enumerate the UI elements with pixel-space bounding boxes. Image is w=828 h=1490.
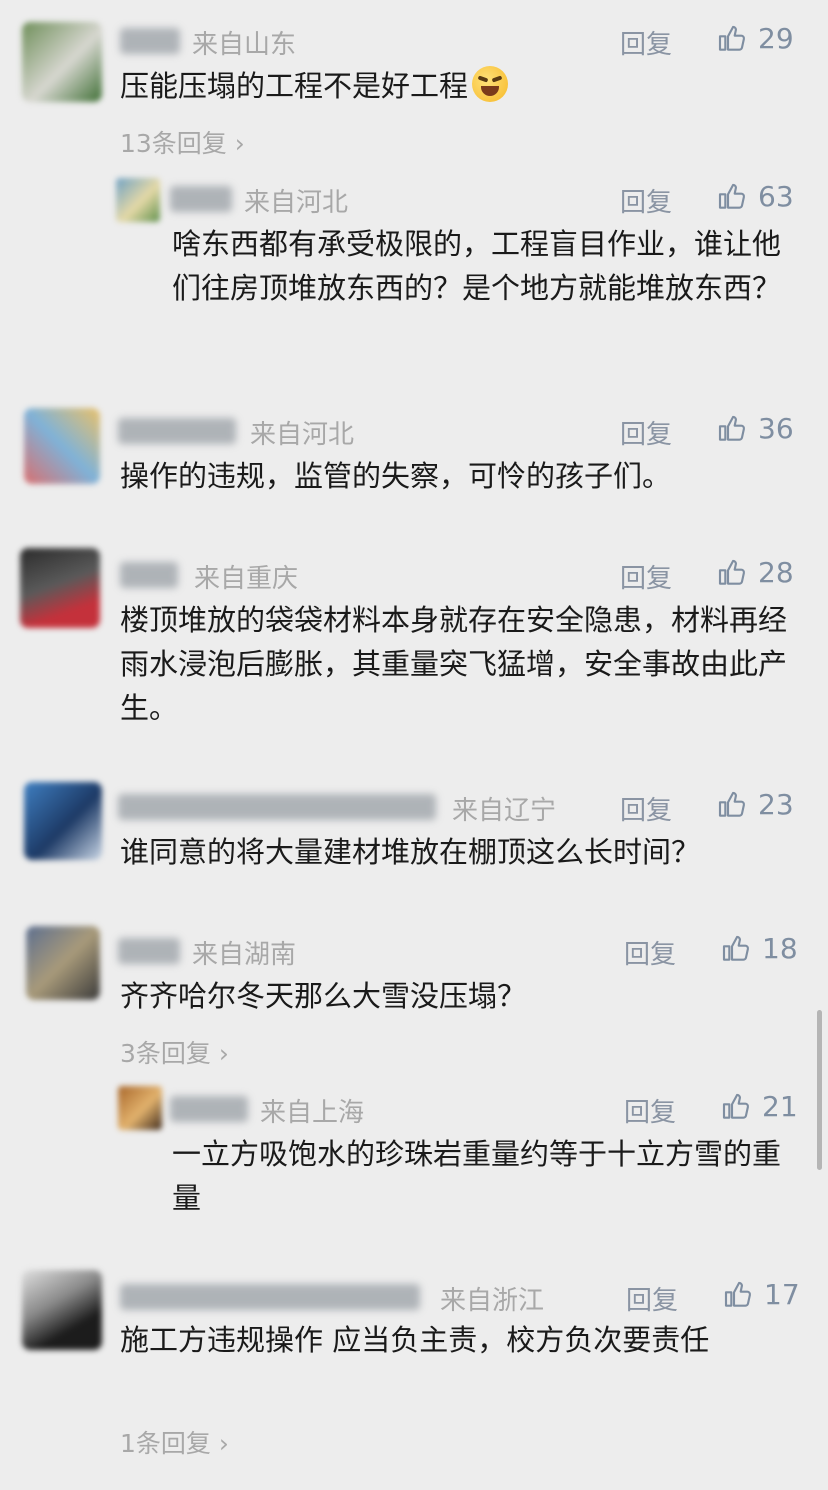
reply-button[interactable]: 回复 — [620, 182, 672, 219]
username[interactable] — [118, 938, 180, 964]
like-button[interactable]: 18 — [720, 932, 798, 965]
comment-text: 谁同意的将大量建材堆放在棚顶这么长时间？ — [120, 835, 701, 869]
location-label: 来自湖南 — [192, 940, 297, 970]
comment-text: 一立方吸饱水的珍珠岩重量约等于十立方雪的重量 — [172, 1137, 782, 1215]
avatar[interactable] — [24, 782, 102, 860]
comment-text: 啥东西都有承受极限的，工程盲目作业，谁让他们往房顶堆放东西的？是个地方就能堆放东… — [172, 227, 782, 305]
like-button[interactable]: 29 — [716, 22, 794, 55]
username[interactable] — [170, 186, 232, 212]
username[interactable] — [118, 418, 236, 444]
like-button[interactable]: 23 — [716, 788, 794, 821]
more-replies-label: 1条回复 — [120, 1429, 211, 1458]
avatar[interactable] — [24, 408, 100, 484]
chevron-right-icon: › — [218, 1039, 229, 1068]
location-label: 来自河北 — [250, 420, 355, 450]
thumbs-up-icon — [718, 183, 745, 209]
more-replies-label: 13条回复 — [120, 129, 227, 158]
reply-button[interactable]: 回复 — [620, 790, 672, 827]
avatar[interactable] — [22, 1270, 102, 1350]
thumbs-up-icon — [718, 559, 745, 585]
reply-button[interactable]: 回复 — [620, 558, 672, 595]
thumbs-up-icon — [724, 1281, 751, 1307]
more-replies-link[interactable]: 13条回复 › — [120, 124, 245, 160]
avatar[interactable] — [116, 178, 160, 222]
username[interactable] — [118, 794, 436, 820]
avatar[interactable] — [26, 926, 100, 1000]
username[interactable] — [120, 562, 178, 588]
username[interactable] — [120, 1284, 420, 1310]
chevron-right-icon: › — [218, 1429, 229, 1458]
more-replies-link[interactable]: 3条回复 › — [120, 1034, 229, 1070]
comment-text: 齐齐哈尔冬天那么大雪没压塌？ — [120, 979, 527, 1013]
thumbs-up-icon — [722, 935, 749, 961]
like-button[interactable]: 63 — [716, 180, 794, 213]
like-count: 29 — [758, 22, 794, 55]
comment-text: 施工方违规操作 应当负主责，校方负次要责任 — [120, 1323, 710, 1357]
like-button[interactable]: 36 — [716, 412, 794, 445]
like-count: 28 — [758, 556, 794, 589]
avatar[interactable] — [22, 22, 102, 102]
like-count: 23 — [758, 788, 794, 821]
avatar[interactable] — [20, 548, 100, 628]
comment-text: 楼顶堆放的袋袋材料本身就存在安全隐患，材料再经雨水浸泡后膨胀，其重量突飞猛增，安… — [120, 603, 788, 725]
crying-laughing-emoji-icon — [472, 66, 509, 102]
like-count: 21 — [762, 1090, 798, 1123]
like-button[interactable]: 17 — [722, 1278, 800, 1311]
thumbs-up-icon — [718, 415, 745, 441]
reply-button[interactable]: 回复 — [620, 24, 672, 61]
comment-text: 操作的违规，监管的失察，可怜的孩子们。 — [120, 459, 672, 493]
like-button[interactable]: 21 — [720, 1090, 798, 1123]
location-label: 来自浙江 — [440, 1286, 545, 1316]
reply-button[interactable]: 回复 — [626, 1280, 678, 1317]
like-count: 36 — [758, 412, 794, 445]
like-count: 63 — [758, 180, 794, 213]
username[interactable] — [170, 1096, 248, 1122]
avatar[interactable] — [118, 1086, 162, 1130]
reply-button[interactable]: 回复 — [624, 1092, 676, 1129]
location-label: 来自河北 — [244, 188, 349, 218]
comment-text-content: 压能压塌的工程不是好工程 — [120, 69, 469, 103]
comment-text: 压能压塌的工程不是好工程 — [120, 64, 800, 108]
thumbs-up-icon — [718, 25, 745, 51]
location-label: 来自重庆 — [194, 564, 299, 594]
reply-button[interactable]: 回复 — [624, 934, 676, 971]
like-count: 17 — [764, 1278, 800, 1311]
thumbs-up-icon — [718, 791, 745, 817]
like-count: 18 — [762, 932, 798, 965]
thumbs-up-icon — [722, 1093, 749, 1119]
username[interactable] — [120, 28, 180, 54]
more-replies-link[interactable]: 1条回复 › — [120, 1424, 229, 1460]
reply-button[interactable]: 回复 — [620, 414, 672, 451]
location-label: 来自辽宁 — [452, 796, 557, 826]
scrollbar[interactable] — [817, 1010, 822, 1170]
location-label: 来自山东 — [192, 30, 297, 60]
chevron-right-icon: › — [234, 129, 245, 158]
like-button[interactable]: 28 — [716, 556, 794, 589]
more-replies-label: 3条回复 — [120, 1039, 211, 1068]
location-label: 来自上海 — [260, 1098, 365, 1128]
